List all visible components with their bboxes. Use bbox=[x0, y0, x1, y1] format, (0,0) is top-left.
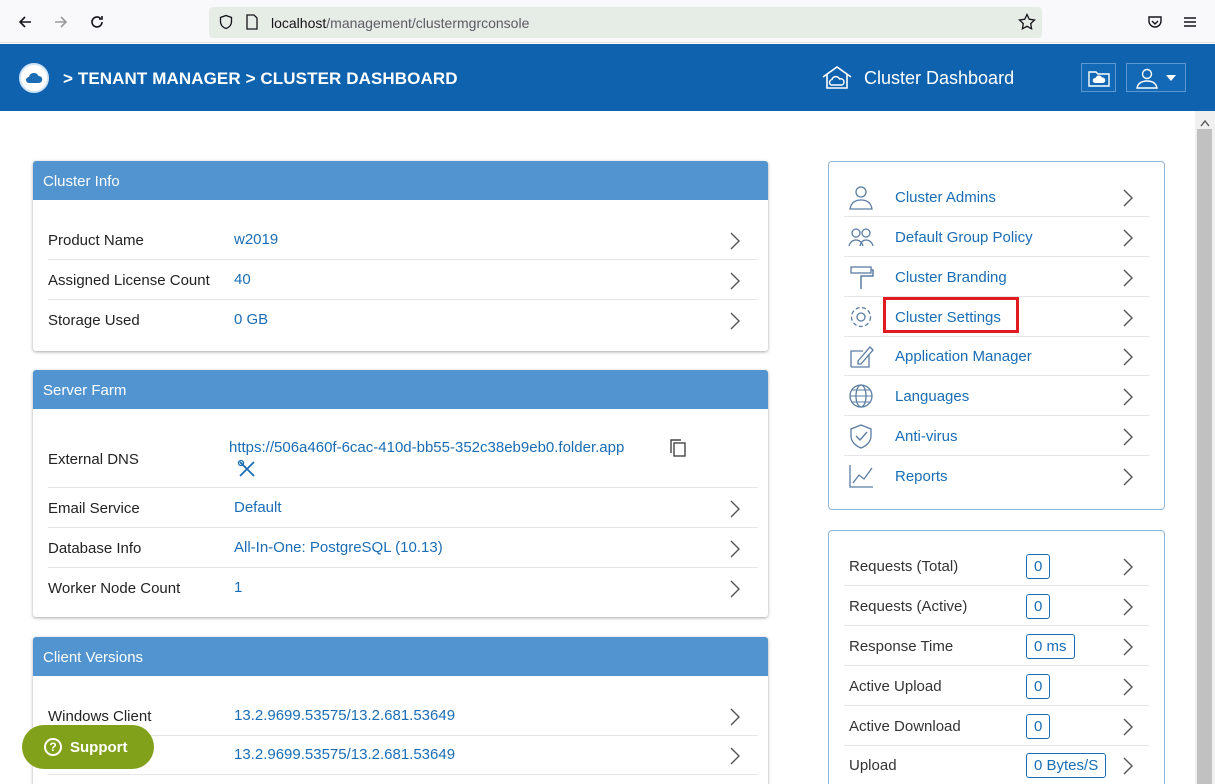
menu-hamburger-icon[interactable] bbox=[1178, 10, 1202, 34]
client-version-row[interactable]: 13.2.9699.53575/13.2.681.53649 bbox=[48, 735, 758, 775]
tools-icon[interactable] bbox=[237, 459, 257, 484]
menu-item-reports[interactable]: Reports bbox=[844, 456, 1149, 496]
cluster-info-panel: Cluster Info Product Name w2019 Assigned… bbox=[33, 161, 768, 351]
page-icon bbox=[245, 14, 259, 35]
external-dns-row: External DNS https://506a460f-6cac-410d-… bbox=[48, 427, 758, 488]
stat-upload[interactable]: Upload 0 Bytes/S bbox=[844, 745, 1149, 784]
storage-used-row[interactable]: Storage Used 0 GB bbox=[48, 300, 758, 340]
reload-icon[interactable] bbox=[85, 10, 109, 34]
cluster-settings-highlight bbox=[883, 297, 1019, 333]
license-count-row[interactable]: Assigned License Count 40 bbox=[48, 260, 758, 300]
windows-client-row[interactable]: Windows Client 13.2.9699.53575/13.2.681.… bbox=[48, 696, 758, 736]
chevron-right-icon[interactable] bbox=[1123, 558, 1133, 581]
support-button[interactable]: ? Support bbox=[22, 725, 154, 769]
chevron-right-icon[interactable] bbox=[1123, 309, 1133, 332]
header-title: Cluster Dashboard bbox=[864, 68, 1015, 88]
server-farm-panel: Server Farm External DNS https://506a460… bbox=[33, 370, 768, 617]
stat-response-time[interactable]: Response Time 0 ms bbox=[844, 626, 1149, 666]
settings-menu-panel: Cluster Admins Default Group Policy Clus… bbox=[828, 161, 1165, 510]
menu-item-languages[interactable]: Languages bbox=[844, 376, 1149, 416]
breadcrumb: > TENANT MANAGER > CLUSTER DASHBOARD bbox=[63, 69, 458, 88]
database-info-row[interactable]: Database Info All-In-One: PostgreSQL (10… bbox=[48, 528, 758, 568]
chevron-right-icon[interactable] bbox=[730, 232, 740, 255]
chevron-right-icon[interactable] bbox=[1123, 678, 1133, 701]
stat-active-download[interactable]: Active Download 0 bbox=[844, 706, 1149, 746]
chevron-right-icon[interactable] bbox=[1123, 598, 1133, 621]
menu-item-default-group-policy[interactable]: Default Group Policy bbox=[844, 217, 1149, 257]
chevron-right-icon[interactable] bbox=[1123, 468, 1133, 491]
app-header: > TENANT MANAGER > CLUSTER DASHBOARD Clu… bbox=[0, 44, 1215, 111]
bookmark-star-icon[interactable] bbox=[1018, 12, 1036, 36]
chevron-right-icon[interactable] bbox=[1123, 428, 1133, 451]
chevron-right-icon[interactable] bbox=[730, 500, 740, 523]
group-policy-icon bbox=[847, 224, 875, 250]
stat-active-upload[interactable]: Active Upload 0 bbox=[844, 666, 1149, 706]
chevron-right-icon[interactable] bbox=[1123, 269, 1133, 292]
pocket-icon[interactable] bbox=[1143, 10, 1167, 34]
stats-panel: Requests (Total) 0 Requests (Active) 0 R… bbox=[828, 530, 1165, 784]
paint-roller-icon bbox=[847, 264, 875, 290]
chevron-right-icon[interactable] bbox=[730, 272, 740, 295]
email-service-row[interactable]: Email Service Default bbox=[48, 488, 758, 528]
menu-item-cluster-branding[interactable]: Cluster Branding bbox=[844, 257, 1149, 297]
chevron-right-icon[interactable] bbox=[1123, 229, 1133, 252]
chevron-down-icon bbox=[1166, 74, 1176, 81]
scrollbar-thumb[interactable] bbox=[1197, 129, 1212, 784]
app-manager-icon bbox=[847, 343, 875, 369]
stat-requests-active[interactable]: Requests (Active) 0 bbox=[844, 586, 1149, 626]
chevron-right-icon[interactable] bbox=[1123, 388, 1133, 411]
chevron-right-icon[interactable] bbox=[1123, 757, 1133, 780]
menu-item-application-manager[interactable]: Application Manager bbox=[844, 336, 1149, 376]
help-question-icon: ? bbox=[44, 738, 62, 756]
chevron-right-icon[interactable] bbox=[730, 580, 740, 603]
menu-item-anti-virus[interactable]: Anti-virus bbox=[844, 416, 1149, 456]
address-bar[interactable]: localhost/management/clustermgrconsole bbox=[209, 7, 1042, 38]
cluster-info-title: Cluster Info bbox=[33, 161, 768, 200]
chevron-right-icon[interactable] bbox=[730, 747, 740, 770]
admin-user-icon bbox=[847, 184, 875, 210]
page-scrollbar[interactable] bbox=[1195, 111, 1215, 784]
external-dns-link[interactable]: https://506a460f-6cac-410d-bb55-352c38eb… bbox=[229, 439, 624, 456]
shield-icon[interactable] bbox=[218, 14, 234, 35]
stat-requests-total[interactable]: Requests (Total) 0 bbox=[844, 546, 1149, 586]
chevron-right-icon[interactable] bbox=[1123, 189, 1133, 212]
shield-icon bbox=[847, 423, 875, 449]
browser-toolbar: localhost/management/clustermgrconsole bbox=[0, 0, 1215, 43]
worker-node-count-row[interactable]: Worker Node Count 1 bbox=[48, 568, 758, 608]
house-cloud-icon bbox=[820, 65, 854, 96]
user-menu-button[interactable] bbox=[1126, 63, 1186, 92]
chevron-right-icon[interactable] bbox=[730, 312, 740, 335]
gear-icon bbox=[847, 304, 875, 330]
menu-item-cluster-admins[interactable]: Cluster Admins bbox=[844, 177, 1149, 217]
back-icon[interactable] bbox=[13, 10, 37, 34]
url-text[interactable]: localhost/management/clustermgrconsole bbox=[271, 15, 529, 31]
folder-cloud-button[interactable] bbox=[1081, 63, 1116, 92]
client-versions-title: Client Versions bbox=[33, 637, 768, 676]
chevron-right-icon[interactable] bbox=[730, 708, 740, 731]
chevron-right-icon[interactable] bbox=[730, 540, 740, 563]
chevron-right-icon[interactable] bbox=[1123, 718, 1133, 741]
chart-icon bbox=[847, 463, 875, 489]
chevron-right-icon[interactable] bbox=[1123, 638, 1133, 661]
forward-icon[interactable] bbox=[49, 10, 73, 34]
chevron-right-icon[interactable] bbox=[1123, 348, 1133, 371]
copy-icon[interactable] bbox=[669, 438, 687, 463]
app-logo[interactable] bbox=[19, 63, 49, 93]
server-farm-title: Server Farm bbox=[33, 370, 768, 409]
product-name-row[interactable]: Product Name w2019 bbox=[48, 220, 758, 260]
globe-icon bbox=[847, 383, 875, 409]
